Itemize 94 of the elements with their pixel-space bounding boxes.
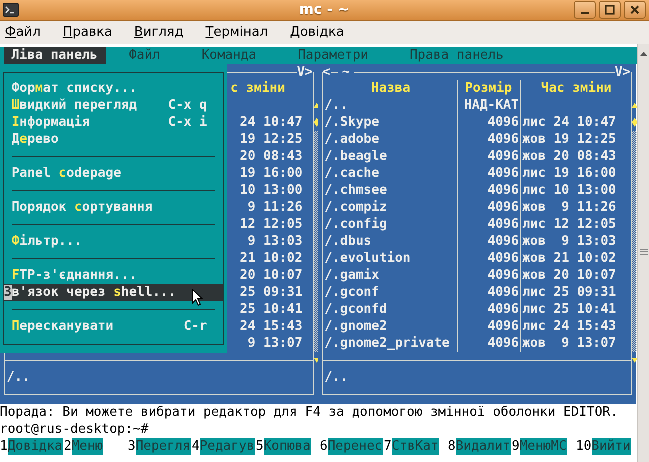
menu-item[interactable]: Ліва панель: [4, 47, 106, 64]
maximize-button[interactable]: [599, 1, 621, 19]
key-number: 5: [256, 438, 264, 455]
column-header: Назва: [370, 80, 412, 97]
key-number: 10: [576, 438, 592, 455]
table-cell: жов 19 12:25: [522, 132, 616, 147]
minimize-button[interactable]: [574, 1, 596, 19]
menu-item[interactable]: Правка: [58, 25, 120, 40]
shell-prompt: root@rus-desktop:~#: [0, 421, 150, 438]
key-number: 7: [384, 438, 392, 455]
function-key-button[interactable]: СтвКат: [392, 438, 439, 455]
key-number: 9: [512, 438, 520, 455]
function-key-button[interactable]: Перегля: [136, 438, 191, 455]
menu-item[interactable]: Довідка: [285, 25, 352, 40]
file-name[interactable]: /.beagle: [322, 148, 458, 165]
table-cell: НАД-КАТ: [464, 97, 520, 114]
menu-item[interactable]: Термінал: [200, 25, 276, 40]
table-cell: лис 12 12:05: [522, 217, 616, 232]
table-cell: 4096: [488, 182, 520, 199]
file-name[interactable]: /.gnome2: [322, 318, 458, 335]
status-path: /..: [324, 370, 348, 385]
file-name[interactable]: /.gconf: [322, 284, 458, 301]
terminal-icon: [3, 3, 19, 17]
function-key-button[interactable]: Перенес: [328, 438, 383, 455]
file-name[interactable]: /.chmsee: [322, 182, 458, 199]
key-number: 6: [320, 438, 328, 455]
file-name[interactable]: /.Skype: [322, 114, 458, 131]
maximize-icon: [604, 4, 616, 16]
table-cell: 4096: [488, 318, 520, 335]
table-cell: жов 20 10:07: [522, 268, 616, 283]
table-cell: лис 25 09:31: [522, 285, 616, 300]
minimize-icon: [581, 12, 589, 14]
function-key-button[interactable]: Меню: [72, 438, 104, 455]
column-header: Розмір: [457, 80, 520, 97]
table-cell: жов 9 13:07: [522, 336, 616, 351]
function-key-button[interactable]: Редагув: [200, 438, 255, 455]
file-name[interactable]: /..: [322, 97, 458, 114]
table-cell: 4096: [488, 250, 520, 267]
file-name[interactable]: /.dbus: [322, 233, 458, 250]
menu-item[interactable]: Параметри: [290, 47, 376, 64]
key-number: 2: [64, 438, 72, 455]
table-cell: 4096: [488, 335, 520, 352]
table-cell: 4096: [488, 233, 520, 250]
scrollbar[interactable]: [637, 44, 649, 462]
function-key-button[interactable]: Вийти: [592, 438, 631, 455]
table-cell: 4096: [488, 165, 520, 182]
table-cell: 4096: [488, 131, 520, 148]
status-path: /..: [6, 370, 30, 385]
table-cell: 4096: [488, 199, 520, 216]
table-cell: жов 20 08:43: [522, 149, 616, 164]
file-name[interactable]: /.gamix: [322, 267, 458, 284]
table-cell: жов 9 11:26: [522, 200, 616, 215]
table-cell: 4096: [488, 216, 520, 233]
window-title: mc - ~: [299, 2, 350, 18]
table-cell: 4096: [488, 148, 520, 165]
menu-item[interactable]: Команда: [194, 47, 264, 64]
file-name[interactable]: /.cache: [322, 165, 458, 182]
table-cell: 4096: [488, 284, 520, 301]
close-button[interactable]: [624, 1, 646, 19]
table-cell: жов 9 13:03: [522, 234, 616, 249]
key-number: 1: [0, 438, 8, 455]
mouse-pointer-icon: [192, 289, 204, 307]
function-key-button[interactable]: Довідка: [8, 438, 63, 455]
menu-item[interactable]: Вигляд: [129, 25, 192, 40]
close-icon: [629, 4, 641, 16]
file-name[interactable]: /.gnome2_private: [322, 335, 458, 352]
file-name[interactable]: /.gconfd: [322, 301, 458, 318]
file-name[interactable]: /.evolution: [322, 250, 458, 267]
table-cell: лис 24 10:47: [522, 115, 616, 130]
file-name[interactable]: /.compiz: [322, 199, 458, 216]
menu-item[interactable]: Файл: [0, 25, 49, 40]
menu-item[interactable]: Файл: [121, 47, 168, 64]
table-cell: 4096: [488, 301, 520, 318]
key-number: 4: [192, 438, 200, 455]
table-cell: 4096: [488, 267, 520, 284]
table-cell: лис 10 13:00: [522, 183, 616, 198]
table-cell: лис 24 15:43: [522, 319, 616, 334]
column-header: Час зміни: [520, 80, 631, 97]
menu-item[interactable]: Зв'язок через shell...: [4, 284, 223, 301]
key-number: 3: [128, 438, 136, 455]
hint-text: Порада: Ви можете вибрати редактор для F4 за допомогою змінної оболонки EDITOR.: [0, 404, 620, 421]
key-number: 8: [448, 438, 456, 455]
table-cell: 4096: [488, 114, 520, 131]
function-key-button[interactable]: Копюва: [264, 438, 311, 455]
table-cell: лис 25 10:41: [522, 302, 616, 317]
file-name[interactable]: /.adobe: [322, 131, 458, 148]
function-key-button[interactable]: Видалит: [456, 438, 511, 455]
function-key-button[interactable]: МенюМС: [520, 438, 567, 455]
grip-icon: [640, 249, 648, 255]
menu-item[interactable]: Права панель: [402, 47, 512, 64]
menu-item[interactable]: Швидкий перегляд C-x q: [4, 97, 223, 114]
file-name[interactable]: /.config: [322, 216, 458, 233]
table-cell: жов 21 10:02: [522, 251, 616, 266]
table-cell: лис 19 16:00: [522, 166, 616, 181]
